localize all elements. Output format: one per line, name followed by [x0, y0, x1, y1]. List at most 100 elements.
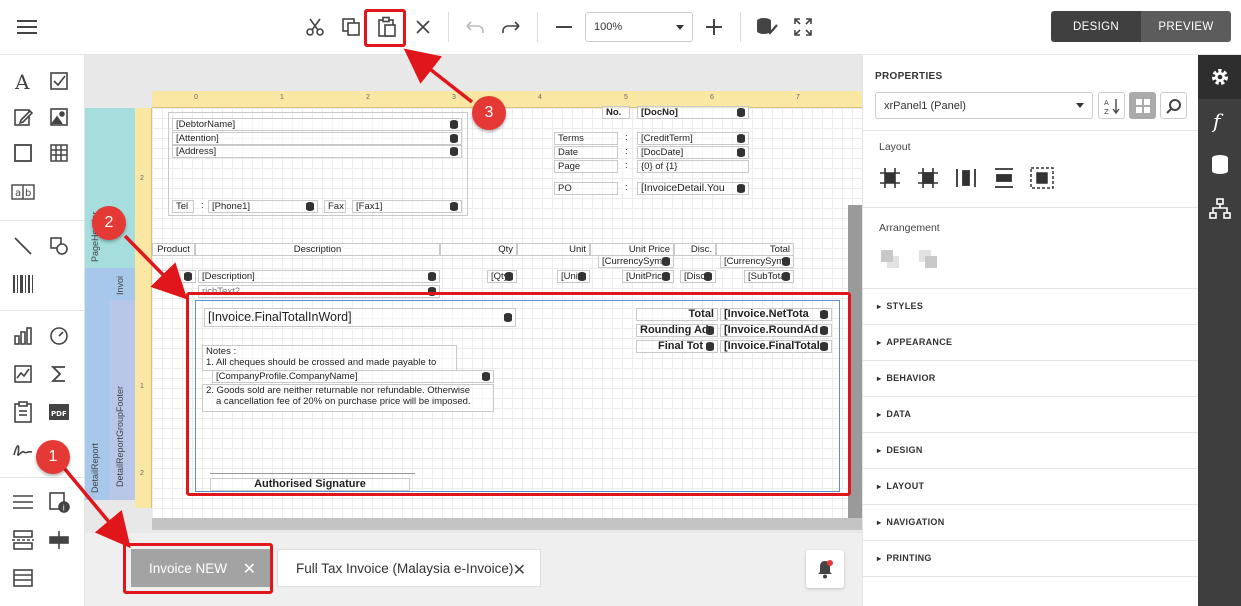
- label-tool-icon[interactable]: A: [10, 68, 36, 94]
- cross-band-box-tool-icon[interactable]: [10, 565, 36, 591]
- unit-field[interactable]: [Uni: [557, 270, 590, 283]
- summary-tool-icon[interactable]: [46, 361, 72, 387]
- barcode-tool-icon[interactable]: [10, 271, 36, 297]
- hamburger-menu-icon[interactable]: [14, 14, 40, 40]
- center-horizontally-icon[interactable]: [953, 165, 979, 191]
- zoom-out-icon[interactable]: [551, 14, 577, 40]
- subtotal-field[interactable]: [SubTota: [744, 270, 794, 283]
- toolbox-divider: [0, 310, 85, 311]
- page-label: Page: [554, 160, 618, 173]
- chevron-down-icon: [1076, 103, 1084, 108]
- line-tool-icon[interactable]: [10, 233, 36, 259]
- unit-text: [Uni: [561, 271, 578, 282]
- fit-to-container-icon[interactable]: [1029, 165, 1055, 191]
- section-data[interactable]: DATA: [877, 409, 911, 419]
- arrangement-section-label: Arrangement: [879, 222, 940, 234]
- cut-icon[interactable]: [302, 14, 328, 40]
- disc-field[interactable]: [Disc: [680, 270, 716, 283]
- component-selector[interactable]: xrPanel1 (Panel): [875, 92, 1093, 119]
- gauge-tool-icon[interactable]: [46, 323, 72, 349]
- description-field[interactable]: [Description]: [198, 270, 440, 283]
- address-field[interactable]: [Address]: [172, 145, 462, 158]
- docno-text: [DocNo]: [641, 107, 678, 118]
- field-list-tab[interactable]: [1198, 143, 1241, 187]
- column-header-unit: Unit: [517, 243, 590, 256]
- zoom-in-icon[interactable]: [701, 14, 727, 40]
- checkbox-tool-icon[interactable]: [46, 68, 72, 94]
- iif-field[interactable]: Iif(: [162, 270, 196, 283]
- design-mode-button[interactable]: DESIGN: [1051, 11, 1141, 42]
- report-info-tool-icon[interactable]: [10, 489, 36, 515]
- database-icon: [578, 272, 586, 281]
- signature-tool-icon[interactable]: [10, 437, 36, 463]
- shape-tool-icon[interactable]: [46, 233, 72, 259]
- doc-date-text: [DocDate]: [641, 147, 684, 158]
- section-navigation[interactable]: NAVIGATION: [877, 517, 945, 527]
- credit-term-field[interactable]: [CreditTerm]: [637, 132, 749, 145]
- horizontal-scrollbar[interactable]: [152, 518, 862, 530]
- po-field[interactable]: [InvoiceDetail.You: [637, 182, 749, 195]
- horizontal-ruler: 0 1 2 3 4 5 6 7: [152, 91, 862, 108]
- categorized-button[interactable]: [1129, 92, 1156, 119]
- fullscreen-icon[interactable]: [790, 14, 816, 40]
- section-design[interactable]: DESIGN: [877, 445, 923, 455]
- pdf-content-tool-icon[interactable]: PDF: [46, 399, 72, 425]
- ruler-mark: 7: [796, 94, 800, 101]
- currency-symbol-field[interactable]: [CurrencySymb: [598, 255, 674, 268]
- section-layout[interactable]: LAYOUT: [877, 481, 924, 491]
- ruler-mark: 2: [366, 94, 370, 101]
- page-info-tool-icon[interactable]: i: [46, 489, 72, 515]
- rich-text-tool-icon[interactable]: [10, 104, 36, 130]
- database-icon: [662, 257, 670, 266]
- panel-tool-icon[interactable]: [10, 140, 36, 166]
- report-explorer-tab[interactable]: [1198, 187, 1241, 231]
- send-to-back-icon[interactable]: [915, 246, 941, 272]
- tab-label: Full Tax Invoice (Malaysia e-Invoice): [296, 560, 514, 576]
- tab-full-tax-invoice[interactable]: Full Tax Invoice (Malaysia e-Invoice) ✕: [277, 549, 541, 587]
- qty-field[interactable]: [Qty: [487, 270, 517, 283]
- bring-to-front-icon[interactable]: [877, 246, 903, 272]
- zoom-select[interactable]: 100%: [585, 12, 693, 42]
- toolbox-panel: A ab PDF i: [0, 55, 85, 606]
- notifications-button[interactable]: [806, 550, 844, 588]
- picture-box-tool-icon[interactable]: [46, 104, 72, 130]
- undo-icon[interactable]: [462, 14, 488, 40]
- attention-field[interactable]: [Attention]: [172, 132, 462, 145]
- sort-alphabetical-button[interactable]: AZ: [1098, 92, 1125, 119]
- page-number-field[interactable]: {0} of {1}: [637, 160, 749, 173]
- align-to-grid-icon[interactable]: [877, 165, 903, 191]
- section-styles[interactable]: STYLES: [877, 301, 923, 311]
- database-icon: [737, 148, 745, 157]
- section-appearance[interactable]: APPEARANCE: [877, 337, 952, 347]
- invoice-band-strip[interactable]: [85, 268, 135, 300]
- page-break-tool-icon[interactable]: [10, 527, 36, 553]
- doc-date-field[interactable]: [DocDate]: [637, 146, 749, 159]
- sparkline-tool-icon[interactable]: [10, 361, 36, 387]
- validate-bindings-icon[interactable]: [754, 14, 780, 40]
- center-vertically-icon[interactable]: [991, 165, 1017, 191]
- svg-text:PDF: PDF: [51, 410, 67, 418]
- section-behavior[interactable]: BEHAVIOR: [877, 373, 936, 383]
- section-printing[interactable]: PRINTING: [877, 553, 932, 563]
- table-tool-icon[interactable]: [46, 140, 72, 166]
- preview-mode-button[interactable]: PREVIEW: [1141, 11, 1231, 42]
- cross-band-line-tool-icon[interactable]: [46, 527, 72, 553]
- chart-tool-icon[interactable]: [10, 323, 36, 349]
- properties-tab[interactable]: [1198, 55, 1241, 99]
- delete-icon[interactable]: [410, 14, 436, 40]
- unit-price-field[interactable]: [UnitPrice: [622, 270, 674, 283]
- phone-field[interactable]: [Phone1]: [208, 200, 318, 213]
- table-of-contents-tool-icon[interactable]: [10, 399, 36, 425]
- currency-symbol-field[interactable]: [CurrencySymb: [720, 255, 794, 268]
- debtor-name-field[interactable]: [DebtorName]: [172, 118, 462, 131]
- character-comb-tool-icon[interactable]: ab: [10, 179, 36, 205]
- docno-field[interactable]: [DocNo]: [637, 106, 749, 119]
- expressions-tab[interactable]: f: [1198, 99, 1241, 143]
- close-icon[interactable]: ✕: [513, 560, 526, 580]
- search-properties-button[interactable]: [1160, 92, 1187, 119]
- fax-field[interactable]: [Fax1]: [352, 200, 462, 213]
- size-to-grid-icon[interactable]: [915, 165, 941, 191]
- redo-icon[interactable]: [498, 14, 524, 40]
- copy-icon[interactable]: [338, 14, 364, 40]
- column-header-product: Product: [152, 243, 195, 256]
